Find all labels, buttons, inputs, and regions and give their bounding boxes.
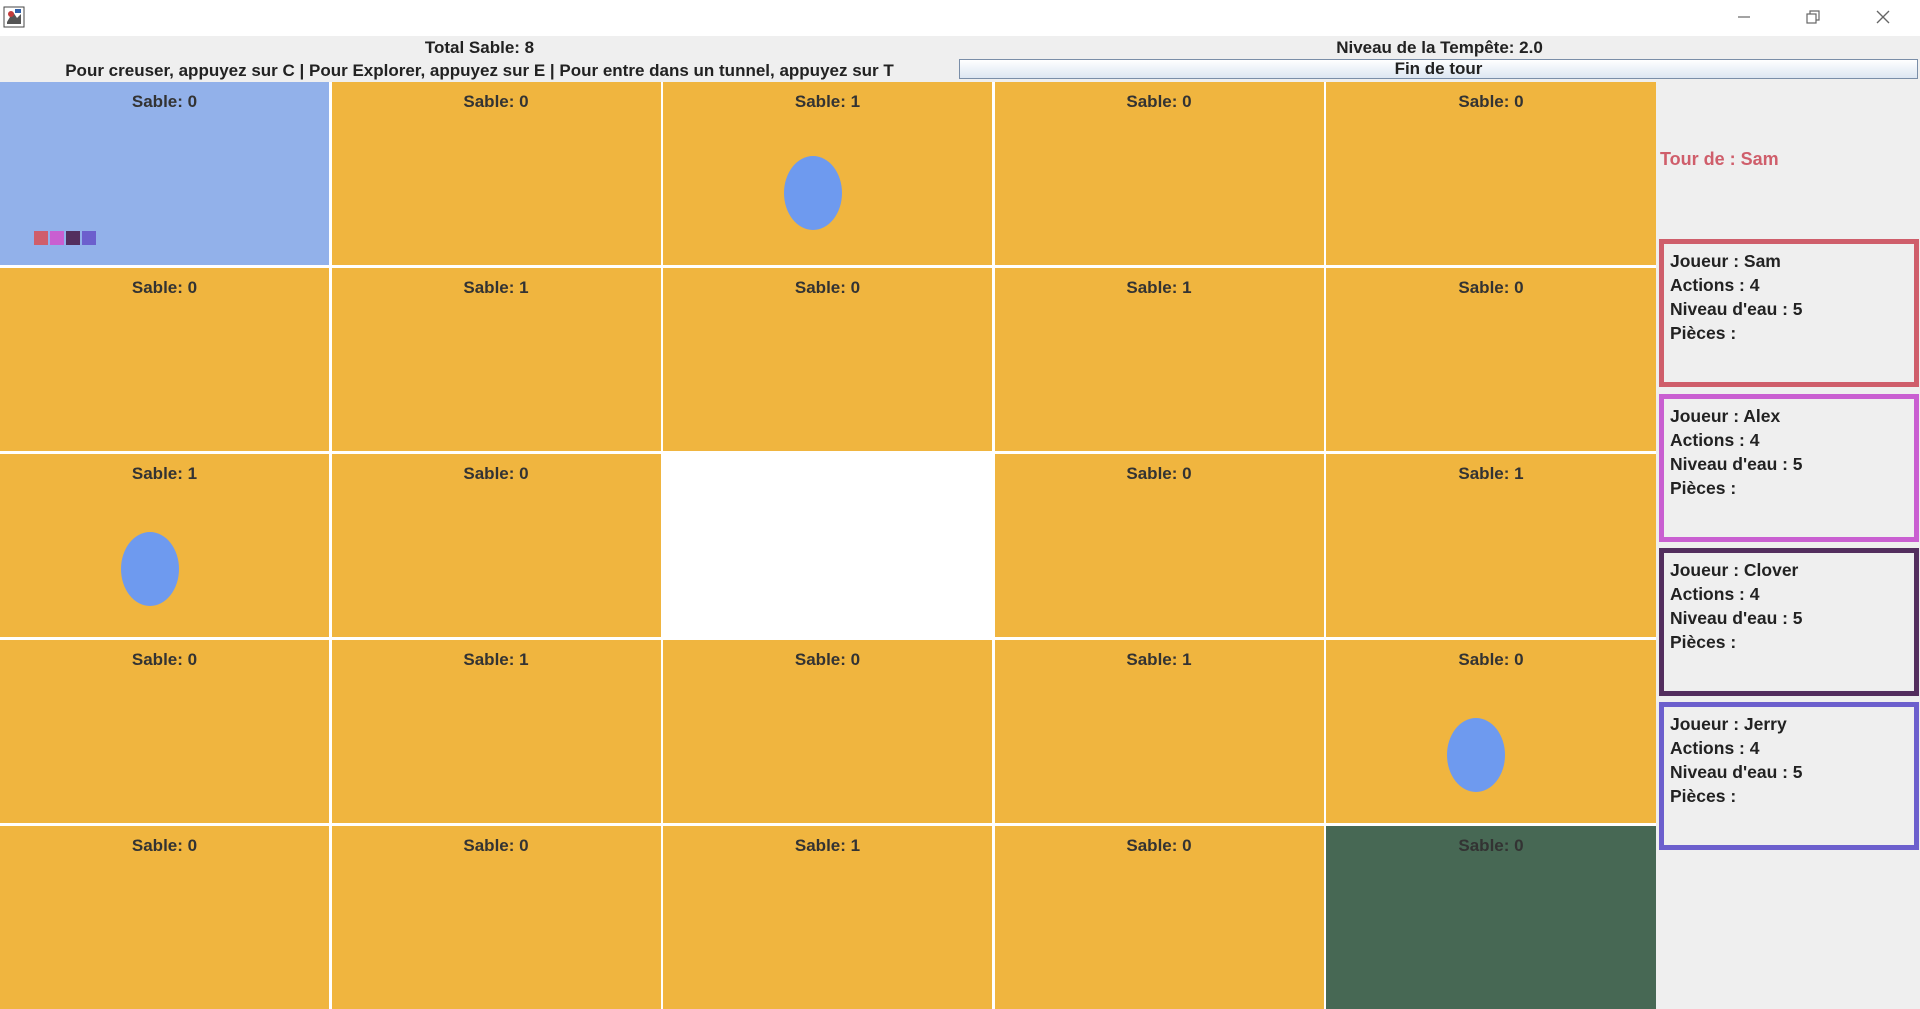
sand-tile[interactable]: Sable: 0 [994, 454, 1324, 637]
player-card: Joueur : Jerry Actions : 4 Niveau d'eau : … [1659, 702, 1919, 850]
close-icon [1875, 9, 1891, 25]
player-actions: Actions : 4 [1670, 738, 1760, 758]
sand-tile[interactable]: Sable: 0 [0, 826, 329, 1009]
sand-tile[interactable]: Sable: 0 [331, 82, 661, 265]
player-pieces: Pièces : [1670, 632, 1737, 652]
tile-sand-label: Sable: 1 [794, 836, 861, 855]
tile-sand-label: Sable: 0 [131, 92, 198, 111]
storm-level-label: Niveau de la Tempête: 2.0 [1336, 38, 1543, 57]
total-sand-label: Total Sable: 8 [424, 38, 535, 57]
tile-sand-label: Sable: 0 [1458, 650, 1524, 669]
java-app-icon [3, 6, 25, 28]
player-water: Niveau d'eau : 5 [1670, 762, 1803, 782]
player-card: Joueur : Alex Actions : 4 Niveau d'eau : 5… [1659, 394, 1919, 542]
tile-sand-label: Sable: 1 [463, 278, 529, 297]
sand-tile[interactable]: Sable: 1 [0, 454, 329, 637]
tile-sand-label: Sable: 1 [1126, 650, 1192, 669]
minimize-icon [1736, 9, 1752, 25]
player-name: Joueur : Jerry [1670, 714, 1787, 734]
sand-tile[interactable]: Sable: 1 [1326, 454, 1656, 637]
player-token [34, 231, 48, 245]
sand-tile[interactable]: Sable: 1 [663, 82, 992, 265]
tile-sand-label: Sable: 0 [463, 464, 529, 483]
side-panel [1656, 82, 1920, 1009]
sand-tile[interactable]: Sable: 0 [0, 640, 329, 823]
maximize-button[interactable] [1778, 0, 1848, 34]
player-card: Joueur : Sam Actions : 4 Niveau d'eau : 5 P… [1659, 239, 1919, 387]
tile-sand-label: Sable: 0 [1126, 92, 1192, 111]
tile-sand-label: Sable: 0 [794, 278, 861, 297]
tile-sand-label: Sable: 0 [1126, 464, 1192, 483]
player-token [50, 231, 64, 245]
player-token [82, 231, 96, 245]
tile-current[interactable]: Sable: 0 [0, 82, 329, 265]
water-well-icon [784, 156, 842, 230]
sand-tile[interactable]: Sable: 0 [0, 268, 329, 451]
player-pieces: Pièces : [1670, 323, 1737, 343]
player-actions: Actions : 4 [1670, 584, 1760, 604]
player-name: Joueur : Alex [1670, 406, 1781, 426]
tile-sand-label: Sable: 0 [463, 836, 529, 855]
sand-tile[interactable]: Sable: 1 [994, 268, 1324, 451]
sand-tile[interactable]: Sable: 1 [331, 640, 661, 823]
instructions-label: Pour creuser, appuyez sur C | Pour Explo… [65, 61, 894, 80]
tile-dark[interactable]: Sable: 0 [1326, 826, 1656, 1009]
game-board: Sable: 0 Sable: 0 Sable: 1 Sable: 0 Sable: 0… [0, 82, 1656, 1009]
window-title-bar [0, 0, 1920, 36]
tile-sand-label: Sable: 0 [463, 92, 529, 111]
player-name: Joueur : Sam [1670, 251, 1781, 271]
player-token [66, 231, 80, 245]
sand-tile[interactable]: Sable: 1 [663, 826, 992, 1009]
tile-sand-label: Sable: 0 [131, 836, 198, 855]
tile-sand-label: Sable: 0 [131, 650, 198, 669]
tile-sand-label: Sable: 0 [1458, 836, 1524, 855]
player-actions: Actions : 4 [1670, 275, 1760, 295]
water-well-icon [1447, 718, 1505, 792]
sand-tile[interactable]: Sable: 0 [1326, 640, 1656, 823]
sand-tile[interactable]: Sable: 0 [663, 268, 992, 451]
player-water: Niveau d'eau : 5 [1670, 608, 1803, 628]
player-water: Niveau d'eau : 5 [1670, 454, 1803, 474]
tile-sand-label: Sable: 1 [794, 92, 861, 111]
close-button[interactable] [1848, 0, 1918, 34]
sand-tile[interactable]: Sable: 0 [994, 82, 1324, 265]
sand-tile[interactable]: Sable: 0 [994, 826, 1324, 1009]
sand-tile[interactable]: Sable: 1 [331, 268, 661, 451]
sand-tile[interactable]: Sable: 0 [1326, 268, 1656, 451]
storm-eye-tile[interactable] [663, 454, 992, 637]
tile-sand-label: Sable: 1 [131, 464, 198, 483]
end-turn-button[interactable]: Fin de tour [959, 59, 1918, 79]
tile-sand-label: Sable: 1 [1126, 278, 1192, 297]
tile-sand-label: Sable: 0 [1126, 836, 1192, 855]
tile-sand-label: Sable: 0 [1458, 92, 1524, 111]
sand-tile[interactable]: Sable: 0 [331, 454, 661, 637]
sand-tile[interactable]: Sable: 1 [994, 640, 1324, 823]
water-well-icon [121, 532, 179, 606]
player-water: Niveau d'eau : 5 [1670, 299, 1803, 319]
sand-tile[interactable]: Sable: 0 [331, 826, 661, 1009]
minimize-button[interactable] [1709, 0, 1779, 34]
player-name: Joueur : Clover [1670, 560, 1799, 580]
player-pieces: Pièces : [1670, 786, 1737, 806]
tile-sand-label: Sable: 1 [463, 650, 529, 669]
sand-tile[interactable]: Sable: 0 [1326, 82, 1656, 265]
tile-sand-label: Sable: 1 [1458, 464, 1524, 483]
restore-icon [1805, 9, 1821, 25]
current-turn-label: Tour de : Sam [1660, 149, 1779, 169]
sand-tile[interactable]: Sable: 0 [663, 640, 992, 823]
tile-sand-label: Sable: 0 [1458, 278, 1524, 297]
tile-sand-label: Sable: 0 [131, 278, 198, 297]
player-actions: Actions : 4 [1670, 430, 1760, 450]
player-pieces: Pièces : [1670, 478, 1737, 498]
tile-sand-label: Sable: 0 [794, 650, 861, 669]
player-card: Joueur : Clover Actions : 4 Niveau d'eau :… [1659, 548, 1919, 696]
